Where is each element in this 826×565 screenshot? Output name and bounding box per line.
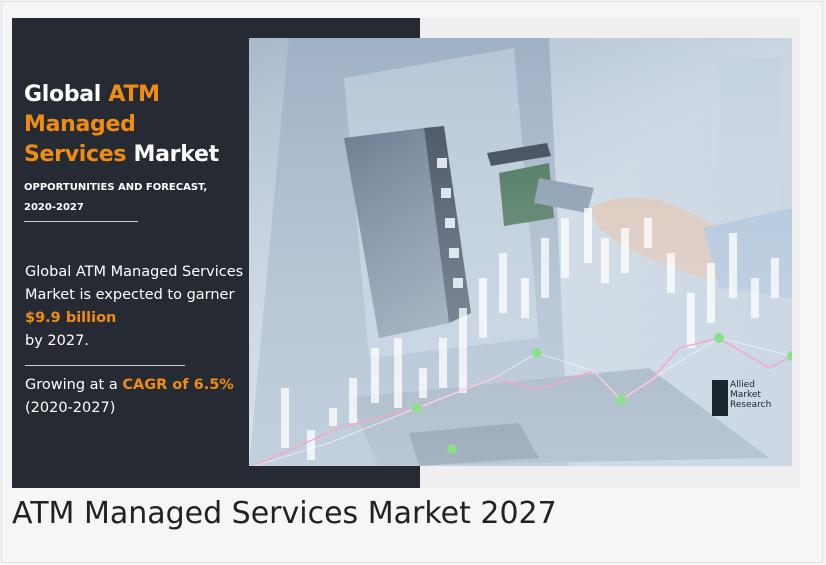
market-intro: Global ATM Managed Services Market is ex… xyxy=(25,264,244,303)
growth-text: Growing at a CAGR of 6.5% (2020-2027) xyxy=(25,374,255,420)
atm-photo xyxy=(249,38,792,466)
title-atm: ATM xyxy=(108,82,160,107)
growth-cagr: CAGR of 6.5% xyxy=(122,377,234,393)
image-caption: ATM Managed Services Market 2027 xyxy=(12,496,557,531)
divider-top xyxy=(24,221,138,222)
market-value: $9.9 billion xyxy=(25,310,117,326)
atm-illustration xyxy=(249,38,792,466)
title-services: Services xyxy=(24,142,127,167)
image-card: Global ATM Managed Services Market OPPOR… xyxy=(1,1,823,563)
brand-logo: Allied Market Research xyxy=(712,378,788,418)
growth-prefix: Growing at a xyxy=(25,377,123,393)
brand-logo-mark xyxy=(712,380,728,416)
market-infographic: Global ATM Managed Services Market OPPOR… xyxy=(12,18,800,488)
growth-period: (2020-2027) xyxy=(25,400,116,416)
title-managed: Managed xyxy=(24,112,136,137)
brand-line1: Allied xyxy=(730,380,755,390)
divider-bottom xyxy=(25,365,185,366)
market-value-text: Global ATM Managed Services Market is ex… xyxy=(25,261,255,353)
brand-line3: Research xyxy=(730,400,772,410)
infographic-title: Global ATM Managed Services Market xyxy=(24,80,219,170)
market-outro: by 2027. xyxy=(25,333,89,349)
title-global: Global xyxy=(24,82,109,107)
title-market: Market xyxy=(126,142,220,167)
brand-logo-text: Allied Market Research xyxy=(730,380,790,410)
infographic-subtitle: OPPORTUNITIES AND FORECAST, 2020-2027 xyxy=(24,178,254,218)
subtitle-line1: OPPORTUNITIES AND FORECAST, xyxy=(24,182,208,193)
brand-line2: Market xyxy=(730,390,761,400)
subtitle-years: 2020-2027 xyxy=(24,202,84,213)
